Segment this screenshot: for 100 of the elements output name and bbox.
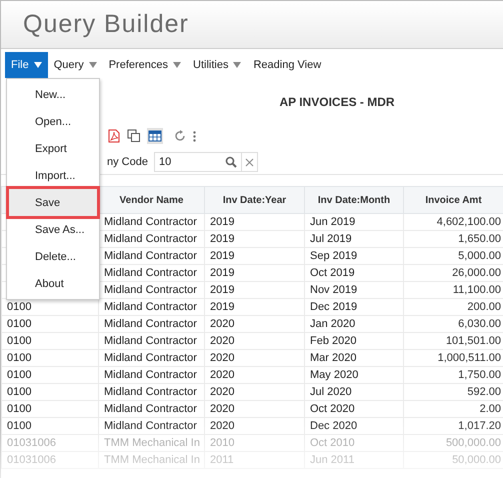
table-cell: 2020	[210, 403, 234, 415]
table-cell: 0100	[7, 301, 32, 313]
column-header[interactable]: Inv Date:Year	[204, 186, 304, 214]
menu-option[interactable]: New...	[9, 81, 97, 108]
close-icon	[244, 158, 254, 166]
menu-option[interactable]: Import...	[9, 162, 97, 189]
table-cell: Midland Contractor	[104, 352, 197, 364]
table-cell: Jul 2020	[310, 386, 352, 398]
table-cell: Midland Contractor	[104, 267, 197, 279]
table-cell: Midland Contractor	[104, 335, 197, 347]
table-cell: 6,030.00	[458, 318, 501, 330]
table-cell: 5,000.00	[458, 250, 501, 262]
table-cell: Jun 2011	[310, 454, 354, 466]
table-cell: May 2020	[310, 369, 358, 381]
filter-label: ny Code	[106, 156, 149, 168]
table-cell: 01031006	[7, 437, 56, 449]
menu-option[interactable]: Save As...	[9, 216, 97, 243]
table-cell: Midland Contractor	[104, 250, 197, 262]
clear-button[interactable]	[242, 152, 258, 172]
table-cell: 2020	[210, 420, 234, 432]
menu-item[interactable]: File	[5, 52, 48, 78]
table-cell: TMM Mechanical In	[104, 454, 200, 466]
table-cell: 1,650.00	[458, 233, 501, 245]
table-cell: 592.00	[467, 386, 501, 398]
menu-item[interactable]: Query	[48, 52, 103, 78]
table-cell: 0100	[7, 369, 32, 381]
table-cell: 2019	[210, 216, 234, 228]
menu-option[interactable]: Delete...	[9, 243, 97, 270]
table-cell: 0100	[7, 403, 32, 415]
menu-option[interactable]: Save	[9, 189, 97, 216]
table-cell: 2020	[210, 318, 234, 330]
table-cell: 200.00	[467, 301, 501, 313]
filter-field[interactable]: 10	[154, 152, 242, 172]
table-cell: 0100	[7, 318, 32, 330]
column-header[interactable]: Invoice Amt	[404, 186, 503, 214]
table-cell: Oct 2010	[310, 437, 355, 449]
menu-item[interactable]: Preferences	[102, 52, 188, 78]
table-cell: Midland Contractor	[104, 386, 197, 398]
table-cell: 0100	[7, 352, 32, 364]
table-cell: Midland Contractor	[104, 420, 197, 432]
table-icon[interactable]	[147, 128, 163, 144]
table-cell: 0100	[7, 386, 32, 398]
table-cell: 0100	[7, 335, 32, 347]
column-header[interactable]: Inv Date:Month	[304, 186, 404, 214]
table-cell: 50,000.00	[452, 454, 501, 466]
table-cell: Midland Contractor	[104, 301, 197, 313]
table-cell: Midland Contractor	[104, 403, 197, 415]
table-cell: 2.00	[480, 403, 501, 415]
pdf-icon[interactable]	[107, 129, 121, 143]
table-cell: 1,017.20	[458, 420, 501, 432]
table-cell: 4,602,100.00	[436, 216, 501, 228]
table-cell: 2020	[210, 352, 234, 364]
table-cell: 2020	[210, 369, 234, 381]
table-cell: 01031006	[7, 454, 56, 466]
table-cell: Jun 2019	[310, 216, 356, 228]
table-cell: Sep 2019	[310, 250, 358, 262]
menu-item[interactable]: Reading View	[247, 52, 328, 78]
menu-item[interactable]: Utilities	[187, 52, 248, 78]
copy-icon[interactable]	[127, 129, 141, 143]
table-cell: Dec 2019	[310, 301, 358, 313]
table-cell: TMM Mechanical In	[104, 437, 200, 449]
table-cell: 11,100.00	[452, 284, 501, 296]
table-cell: 1,000,511.00	[438, 352, 501, 364]
table-cell: 2020	[210, 335, 234, 347]
table-cell: 101,501.00	[446, 335, 501, 347]
table-cell: Oct 2019	[310, 267, 355, 279]
caret-icon	[34, 62, 42, 68]
table-cell: Midland Contractor	[104, 369, 197, 381]
table-cell: 2019	[210, 301, 234, 313]
table-cell: Nov 2019	[310, 284, 358, 296]
more-icon[interactable]	[193, 130, 196, 142]
menu-option[interactable]: About	[9, 270, 97, 297]
table-cell: 2019	[210, 250, 234, 262]
table-cell: Midland Contractor	[104, 233, 197, 245]
table-cell: 500,000.00	[446, 437, 501, 449]
table-cell: 2020	[210, 386, 234, 398]
table-cell: Midland Contractor	[104, 284, 197, 296]
table-cell: 2019	[210, 267, 234, 279]
table-cell: 2011	[210, 454, 234, 466]
caret-icon	[233, 62, 242, 68]
search-icon[interactable]	[224, 156, 237, 168]
table-cell: Jul 2019	[310, 233, 352, 245]
menu-option[interactable]: Export	[9, 135, 97, 162]
table-cell: Feb 2020	[310, 335, 356, 347]
app-title: Query Builder	[23, 10, 189, 39]
table-cell: 2010	[210, 437, 234, 449]
table-cell: Jan 2020	[310, 318, 356, 330]
table-cell: Dec 2020	[310, 420, 358, 432]
report-title: AP INVOICES - MDR	[279, 95, 395, 109]
menu-option[interactable]: Open...	[9, 108, 97, 135]
refresh-icon[interactable]	[173, 129, 187, 143]
table-cell: 26,000.00	[452, 267, 501, 279]
table-cell: 1,750.00	[458, 369, 501, 381]
table-cell: 2019	[210, 284, 234, 296]
table-cell: Mar 2020	[310, 352, 356, 364]
caret-icon	[88, 62, 97, 68]
table-cell: Oct 2020	[310, 403, 355, 415]
table-cell: 2019	[210, 233, 234, 245]
column-header[interactable]: Vendor Name	[98, 186, 204, 214]
table-cell: 0100	[7, 420, 32, 432]
